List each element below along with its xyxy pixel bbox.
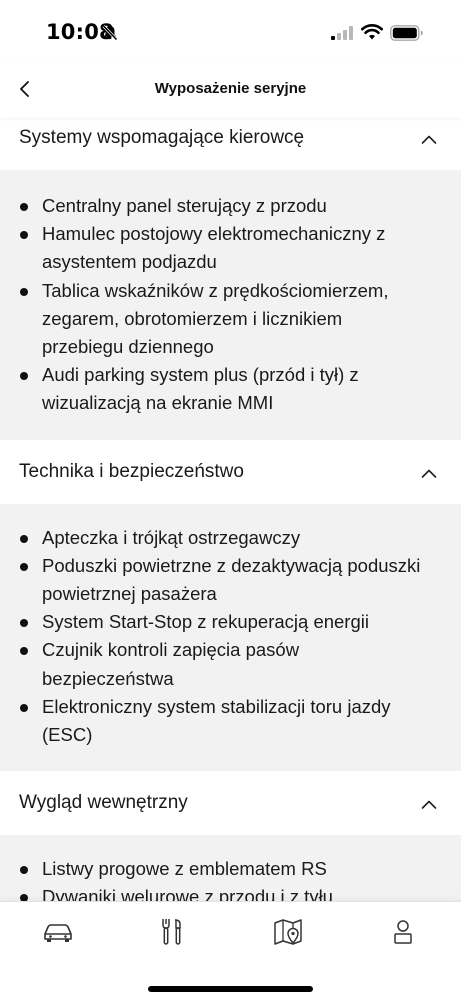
section-title: Wygląd wewnętrzny [19, 792, 188, 814]
list-item: Elektroniczny system stabilizacji toru j… [19, 693, 441, 749]
list-item-text: Poduszki powietrzne z dezaktywacją podus… [42, 554, 421, 576]
list-item-text: powietrznej pasażera [42, 583, 217, 605]
section-title: Systemy wspomagające kierowcę [19, 127, 305, 148]
list-item: Poduszki powietrzne z dezaktywacją podus… [19, 552, 441, 608]
list-item-text: System Start-Stop z rekuperacją energii [42, 611, 369, 633]
car-icon [42, 921, 74, 948]
list-item-text: Tablica wskaźników z prędkościomierzem, [42, 279, 389, 301]
list-item-text: przebiegu dziennego [42, 336, 214, 358]
list-item-text: wizualizacją na ekranie MMI [42, 392, 274, 414]
list-item-text: asystentem podjazdu [42, 251, 217, 273]
list-item: Listwy progowe z emblematem RS [19, 855, 441, 883]
list-item-text: Czujnik kontroli zapięcia pasów [42, 639, 300, 661]
list-item-text: (ESC) [42, 724, 93, 746]
page-title: Wyposażenie seryjne [154, 80, 307, 97]
section-body-interior: Listwy progowe z emblematem RS Dywaniki … [0, 835, 461, 901]
map-location-icon [273, 918, 303, 951]
wifi-icon [361, 23, 383, 46]
list-item: Audi parking system plus (przód i tył) z… [19, 361, 441, 417]
status-bar: 10:08 [0, 0, 461, 64]
section-body-technology-safety: Apteczka i trójkąt ostrzegawczy Poduszki… [0, 503, 461, 772]
chevron-up-icon[interactable] [421, 797, 437, 815]
section-header-technology-safety[interactable]: Technika i bezpieczeństwo [0, 439, 461, 504]
list-item-text: Hamulec postojowy elektromechaniczny z [42, 223, 386, 245]
nav-item-service[interactable] [152, 916, 192, 952]
cellular-signal-icon [331, 26, 355, 40]
app-header: Wyposażenie seryjne [0, 64, 461, 118]
profile-icon [393, 919, 413, 950]
list-item-text: Apteczka i trójkąt ostrzegawczy [42, 526, 301, 548]
chevron-up-icon[interactable] [421, 466, 437, 484]
list-item: Hamulec postojowy elektromechaniczny z a… [19, 220, 441, 276]
bottom-navigation [0, 901, 461, 1000]
list-item-text: zegarem, obrotomierzem i licznikiem [42, 307, 343, 329]
list-item-text: Audi parking system plus (przód i tył) z [42, 364, 359, 386]
home-indicator[interactable] [148, 986, 313, 992]
battery-icon [390, 25, 424, 46]
section-header-interior[interactable]: Wygląd wewnętrzny [0, 771, 461, 836]
bell-muted-icon [101, 24, 119, 47]
list-item: Centralny panel sterujący z przodu [19, 192, 441, 220]
service-tools-icon [159, 917, 185, 952]
equipment-list[interactable]: Systemy wspomagające kierowcę Centralny … [0, 106, 461, 901]
chevron-up-icon[interactable] [421, 132, 437, 150]
section-title: Technika i bezpieczeństwo [19, 460, 244, 482]
list-item: Apteczka i trójkąt ostrzegawczy [19, 524, 441, 552]
list-item-text: Centralny panel sterujący z przodu [42, 195, 327, 216]
nav-item-profile[interactable] [383, 916, 423, 952]
list-item: System Start-Stop z rekuperacją energii [19, 608, 441, 636]
list-item: Dywaniki welurowe z przodu i z tyłu [19, 883, 441, 901]
nav-item-car[interactable] [38, 916, 78, 952]
list-item: Tablica wskaźników z prędkościomierzem, … [19, 277, 441, 362]
list-item-text: Elektroniczny system stabilizacji toru j… [42, 695, 391, 717]
list-item: Czujnik kontroli zapięcia pasów bezpiecz… [19, 636, 441, 692]
nav-item-map[interactable] [268, 916, 308, 952]
section-body-driver-assist: Centralny panel sterujący z przodu Hamul… [0, 170, 461, 440]
list-item-text: bezpieczeństwa [42, 667, 174, 689]
list-item-text: Dywaniki welurowe z przodu i z tyłu [42, 886, 333, 901]
list-item-text: Listwy progowe z emblematem RS [42, 858, 327, 880]
